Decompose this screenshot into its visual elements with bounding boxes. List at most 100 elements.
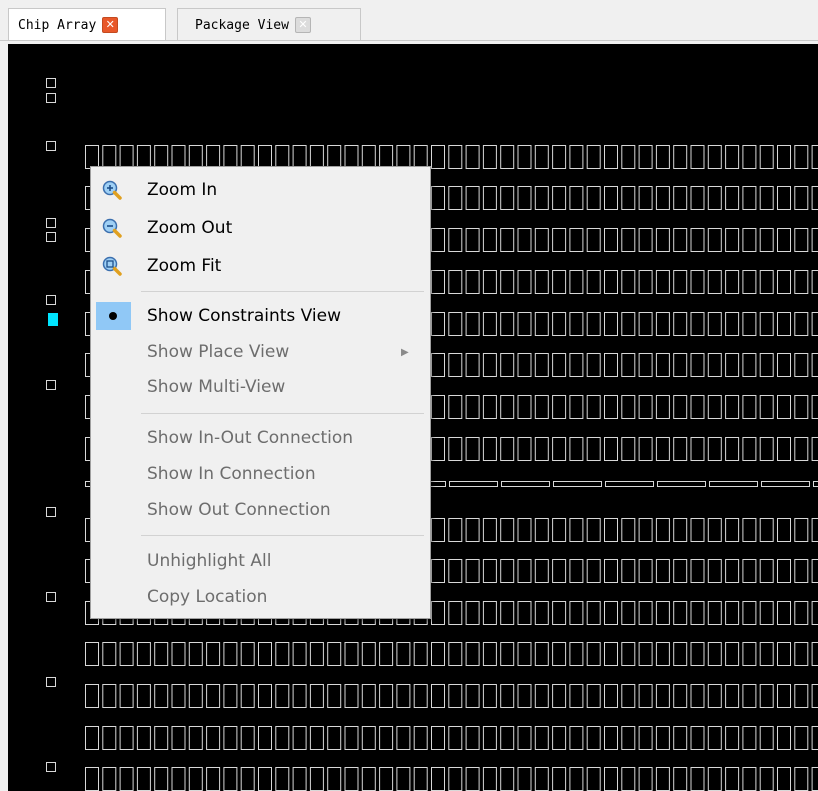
logic-cell[interactable] (206, 684, 221, 708)
logic-cell[interactable] (448, 726, 463, 750)
logic-cell[interactable] (811, 726, 818, 750)
logic-cell[interactable] (759, 767, 774, 791)
logic-cell[interactable] (448, 437, 463, 461)
logic-cell[interactable] (465, 559, 480, 583)
logic-cell[interactable] (396, 642, 411, 666)
logic-cell[interactable] (482, 684, 497, 708)
logic-cell[interactable] (707, 684, 722, 708)
logic-cell[interactable] (655, 395, 670, 419)
logic-cell[interactable] (448, 145, 463, 169)
logic-cell[interactable] (465, 353, 480, 377)
logic-cell[interactable] (413, 726, 428, 750)
logic-cell[interactable] (154, 684, 169, 708)
menu-item-zoom-fit[interactable]: Zoom Fit (91, 249, 430, 283)
logic-cell[interactable] (742, 642, 757, 666)
logic-cell[interactable] (258, 726, 272, 750)
logic-cell[interactable] (604, 559, 618, 583)
logic-cell[interactable] (742, 228, 757, 252)
logic-cell[interactable] (690, 684, 705, 708)
logic-cell[interactable] (742, 312, 757, 336)
menu-item-zoom-in[interactable]: Zoom In (91, 173, 430, 207)
logic-cell[interactable] (275, 642, 290, 666)
logic-cell[interactable] (586, 270, 601, 294)
logic-cell[interactable] (431, 767, 445, 791)
logic-cell[interactable] (690, 559, 705, 583)
logic-cell[interactable] (465, 395, 480, 419)
logic-cell[interactable] (621, 642, 636, 666)
logic-cell[interactable] (707, 353, 722, 377)
logic-cell[interactable] (621, 395, 636, 419)
logic-cell[interactable] (569, 437, 584, 461)
logic-cell[interactable] (673, 353, 688, 377)
logic-cell[interactable] (517, 642, 532, 666)
logic-cell[interactable] (500, 642, 515, 666)
logic-cell[interactable] (292, 767, 307, 791)
logic-cell[interactable] (811, 642, 818, 666)
logic-cell[interactable] (604, 353, 618, 377)
logic-cell[interactable] (154, 726, 169, 750)
logic-cell[interactable] (586, 684, 601, 708)
logic-cell[interactable] (811, 684, 818, 708)
logic-cell[interactable] (794, 559, 809, 583)
logic-cell[interactable] (673, 726, 688, 750)
logic-cell[interactable] (604, 518, 618, 542)
logic-cell[interactable] (655, 270, 670, 294)
logic-cell[interactable] (500, 312, 515, 336)
logic-cell[interactable] (742, 518, 757, 542)
logic-cell[interactable] (777, 270, 791, 294)
logic-cell[interactable] (777, 312, 791, 336)
logic-cell[interactable] (777, 684, 791, 708)
logic-cell[interactable] (742, 186, 757, 210)
logic-cell[interactable] (569, 726, 584, 750)
io-pad[interactable] (46, 218, 56, 228)
logic-cell[interactable] (552, 559, 567, 583)
logic-cell[interactable] (534, 395, 549, 419)
logic-cell[interactable] (569, 228, 584, 252)
routing-strip[interactable] (553, 481, 602, 487)
logic-cell[interactable] (119, 726, 134, 750)
logic-cell[interactable] (586, 726, 601, 750)
logic-cell[interactable] (794, 186, 809, 210)
logic-cell[interactable] (500, 186, 515, 210)
logic-cell[interactable] (621, 726, 636, 750)
logic-cell[interactable] (534, 145, 549, 169)
logic-cell[interactable] (500, 395, 515, 419)
logic-cell[interactable] (448, 353, 463, 377)
logic-cell[interactable] (586, 145, 601, 169)
logic-cell[interactable] (534, 518, 549, 542)
logic-cell[interactable] (431, 186, 445, 210)
io-pad[interactable] (46, 592, 56, 602)
logic-cell[interactable] (534, 186, 549, 210)
logic-cell[interactable] (725, 395, 740, 419)
logic-cell[interactable] (119, 642, 134, 666)
logic-cell[interactable] (517, 518, 532, 542)
logic-cell[interactable] (552, 767, 567, 791)
logic-cell[interactable] (759, 437, 774, 461)
io-pad[interactable] (46, 93, 56, 103)
logic-cell[interactable] (794, 228, 809, 252)
logic-cell[interactable] (171, 726, 186, 750)
logic-cell[interactable] (292, 726, 307, 750)
logic-cell[interactable] (136, 642, 151, 666)
logic-cell[interactable] (102, 767, 117, 791)
logic-cell[interactable] (707, 767, 722, 791)
logic-cell[interactable] (327, 642, 342, 666)
logic-cell[interactable] (604, 270, 618, 294)
logic-cell[interactable] (223, 642, 238, 666)
logic-cell[interactable] (777, 395, 791, 419)
logic-cell[interactable] (777, 601, 791, 625)
logic-cell[interactable] (569, 601, 584, 625)
logic-cell[interactable] (586, 228, 601, 252)
logic-cell[interactable] (85, 684, 99, 708)
logic-cell[interactable] (604, 767, 618, 791)
logic-cell[interactable] (534, 601, 549, 625)
logic-cell[interactable] (431, 353, 445, 377)
logic-cell[interactable] (569, 353, 584, 377)
logic-cell[interactable] (690, 601, 705, 625)
logic-cell[interactable] (621, 145, 636, 169)
logic-cell[interactable] (777, 642, 791, 666)
logic-cell[interactable] (777, 228, 791, 252)
logic-cell[interactable] (604, 726, 618, 750)
close-icon[interactable]: ✕ (102, 17, 119, 33)
logic-cell[interactable] (500, 353, 515, 377)
